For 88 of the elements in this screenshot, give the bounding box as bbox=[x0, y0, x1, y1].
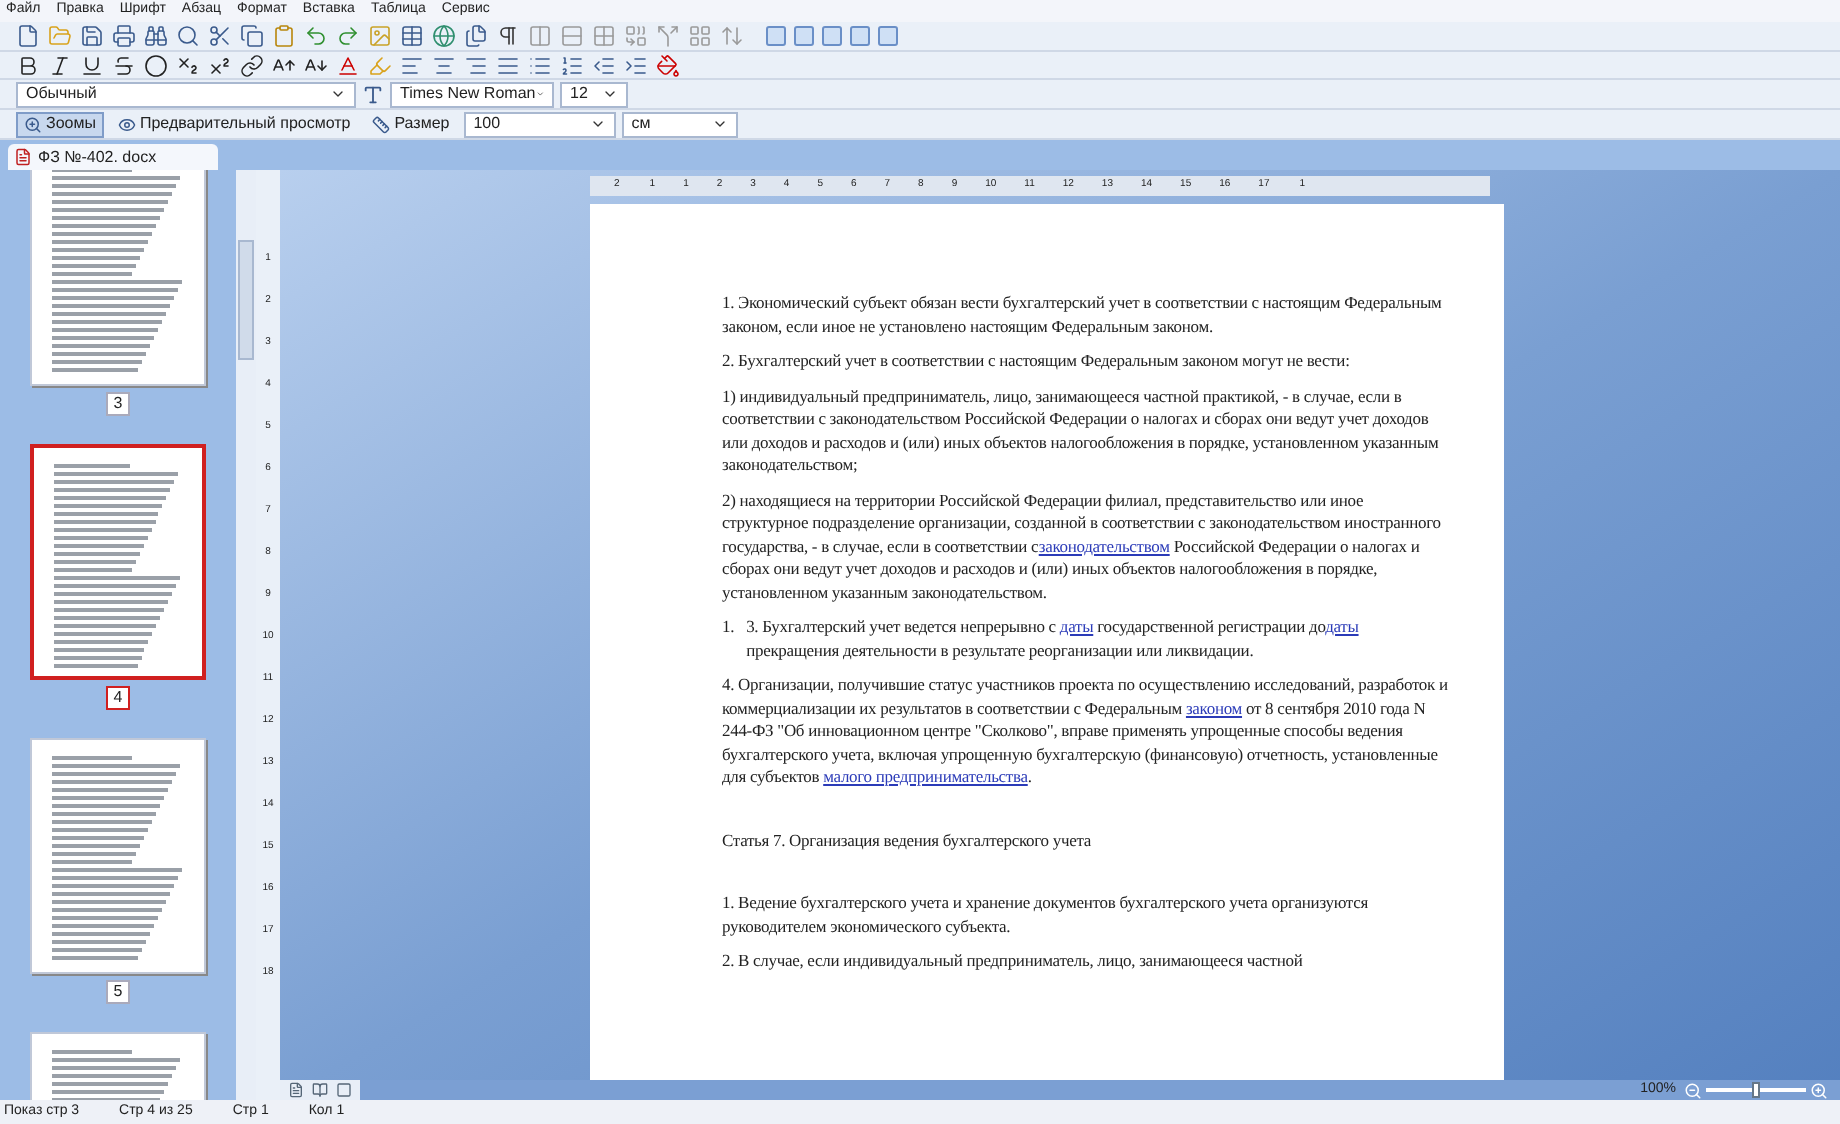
font-icon[interactable] bbox=[362, 83, 384, 105]
view-icon[interactable] bbox=[820, 24, 844, 48]
page-number: 5 bbox=[105, 980, 131, 1004]
document-link[interactable]: даты bbox=[1059, 616, 1094, 636]
layout-icon[interactable] bbox=[688, 24, 712, 48]
align-center-icon[interactable] bbox=[432, 53, 456, 77]
toolbar-button[interactable]: Зоомы bbox=[16, 111, 104, 137]
undo-icon[interactable] bbox=[304, 24, 328, 48]
outdent-icon[interactable] bbox=[592, 53, 616, 77]
page-thumbnail[interactable] bbox=[30, 170, 206, 386]
binoculars-icon[interactable] bbox=[144, 24, 168, 48]
document-link[interactable]: малого предпринимательства bbox=[823, 766, 1028, 786]
style-dropdown[interactable]: Обычный bbox=[16, 81, 356, 107]
zoom-in-icon[interactable] bbox=[1810, 1081, 1828, 1099]
toolbar-button[interactable]: Предварительный просмотр bbox=[109, 111, 359, 137]
sort-icon[interactable] bbox=[720, 24, 744, 48]
document-link[interactable]: законодательством bbox=[1038, 535, 1170, 555]
table-icon[interactable] bbox=[400, 24, 424, 48]
search-icon[interactable] bbox=[176, 24, 200, 48]
ruler-icon bbox=[372, 115, 391, 133]
document-tab[interactable]: ФЗ №-402. docx bbox=[8, 144, 218, 170]
page-view-icon[interactable] bbox=[288, 1082, 304, 1098]
article-heading: Статья 7. Организация ведения бухгалтерского учета bbox=[722, 829, 1093, 852]
rows-icon[interactable] bbox=[560, 24, 584, 48]
view-icon[interactable] bbox=[764, 24, 788, 48]
align-right-icon[interactable] bbox=[464, 53, 488, 77]
page-number: 3 bbox=[105, 392, 131, 416]
scissors-icon[interactable] bbox=[208, 24, 232, 48]
paragraph: 1) индивидуальный предприниматель, лицо, занимающееся частной практикой, - в случае, если в соответствии с законодательством Российской Федерации о налогах и сборах они ведут учет доходов или доходов и расходов и (или) иных объектов налогообложения в порядке, установленном указанным законодательством; bbox=[722, 385, 1441, 477]
document-link[interactable]: даты bbox=[1325, 616, 1359, 636]
split-icon[interactable] bbox=[656, 24, 680, 48]
page-number: 4 bbox=[105, 686, 131, 710]
page-thumbnail[interactable] bbox=[30, 444, 206, 680]
font-size-dropdown[interactable]: 12 bbox=[560, 81, 628, 107]
view-icon[interactable] bbox=[792, 24, 816, 48]
copy-icon[interactable] bbox=[240, 24, 264, 48]
scrollbar[interactable] bbox=[236, 170, 256, 1100]
page-thumbnail[interactable] bbox=[30, 738, 206, 974]
font-color-icon[interactable] bbox=[336, 53, 360, 77]
paragraph: 2. Бухгалтерский учет в соответствии с настоящим Федеральным законом могут не вести: bbox=[722, 350, 1352, 373]
printer-icon[interactable] bbox=[112, 24, 136, 48]
numbered-list-icon[interactable] bbox=[560, 53, 584, 77]
toolbar-button[interactable]: Размер bbox=[364, 111, 458, 137]
fill-icon[interactable] bbox=[656, 53, 680, 77]
caret-icon bbox=[535, 86, 544, 102]
zoom-dropdown[interactable]: 100 bbox=[463, 111, 616, 137]
shrink-font-icon[interactable] bbox=[304, 53, 328, 77]
strikethrough-icon[interactable] bbox=[112, 53, 136, 77]
units-dropdown[interactable]: см bbox=[621, 111, 738, 137]
eye-icon bbox=[117, 115, 136, 133]
superscript-icon[interactable] bbox=[208, 53, 232, 77]
zoom-out-icon[interactable] bbox=[1684, 1081, 1702, 1099]
document-icon bbox=[14, 148, 32, 166]
paragraph: 2) находящиеся на территории Российской Федерации филиал, представительство или иное структурное подразделение организации, созданной в соответствии с законодательством иностранного государства, - в случае, если в соответствии сзаконодательством Российской Федерации о налогах и сборах они ведут учет доходов и расходов и (или) иных объектов налогообложения в порядке, установленном указанным законодательством. bbox=[722, 489, 1443, 604]
paragraph: 4. Организации, получившие статус участников проекта по осуществлению исследований, разработок и коммерциализации их результатов в соответствии с Федеральным законом от 8 сентября 2010 года N 244-ФЗ "Об инновационном центре "Сколково", вправе применять упрощенные способы ведения бухгалтерского учета, включая упрощенную бухгалтерскую (финансовую) отчетность, установленные для субъектов малого предпринимательства. bbox=[722, 674, 1448, 789]
align-left-icon[interactable] bbox=[400, 53, 424, 77]
save-icon[interactable] bbox=[80, 24, 104, 48]
view-icon[interactable] bbox=[876, 24, 900, 48]
columns-icon[interactable] bbox=[528, 24, 552, 48]
italic-icon[interactable] bbox=[48, 53, 72, 77]
caret-icon bbox=[711, 116, 728, 132]
view-icon[interactable] bbox=[848, 24, 872, 48]
link-icon[interactable] bbox=[240, 53, 264, 77]
slider-thumb[interactable] bbox=[1752, 1082, 1760, 1098]
underline-icon[interactable] bbox=[80, 53, 104, 77]
indent-icon[interactable] bbox=[624, 53, 648, 77]
zoom-icon bbox=[24, 115, 42, 133]
align-justify-icon[interactable] bbox=[496, 53, 520, 77]
reading-view-icon[interactable] bbox=[312, 1082, 328, 1098]
paragraph: 2. В случае, если индивидуальный предприниматель, лицо, занимающееся частной bbox=[722, 950, 1305, 973]
files-icon[interactable] bbox=[464, 24, 488, 48]
globe-icon[interactable] bbox=[432, 24, 456, 48]
bold-icon[interactable] bbox=[16, 53, 40, 77]
grid-icon[interactable] bbox=[592, 24, 616, 48]
document-link[interactable]: законом bbox=[1185, 697, 1243, 717]
new-file-icon[interactable] bbox=[16, 24, 40, 48]
paragraph: 3. Бухгалтерский учет ведется непрерывно с даты государственной регистрации додаты прекращения деятельности в результате реорганизации или ликвидации. bbox=[746, 616, 1361, 662]
paragraph: 1. Ведение бухгалтерского учета и хранение документов бухгалтерского учета организуются руководителем экономического субъекта. bbox=[722, 892, 1370, 938]
paragraph: 1. Экономический субъект обязан вести бухгалтерский учет в соответствии с настоящим Федеральным законом, если иное не установлено настоящим Федеральным законом. bbox=[722, 292, 1444, 338]
subscript-icon[interactable] bbox=[176, 53, 200, 77]
grow-font-icon[interactable] bbox=[272, 53, 296, 77]
list-marker: 1. bbox=[722, 616, 735, 640]
redo-icon[interactable] bbox=[336, 24, 360, 48]
image-icon[interactable] bbox=[368, 24, 392, 48]
font-dropdown[interactable]: Times New Roman bbox=[390, 81, 554, 107]
web-view-icon[interactable] bbox=[336, 1082, 352, 1098]
pilcrow-icon[interactable] bbox=[496, 24, 520, 48]
caret-icon bbox=[330, 86, 346, 102]
